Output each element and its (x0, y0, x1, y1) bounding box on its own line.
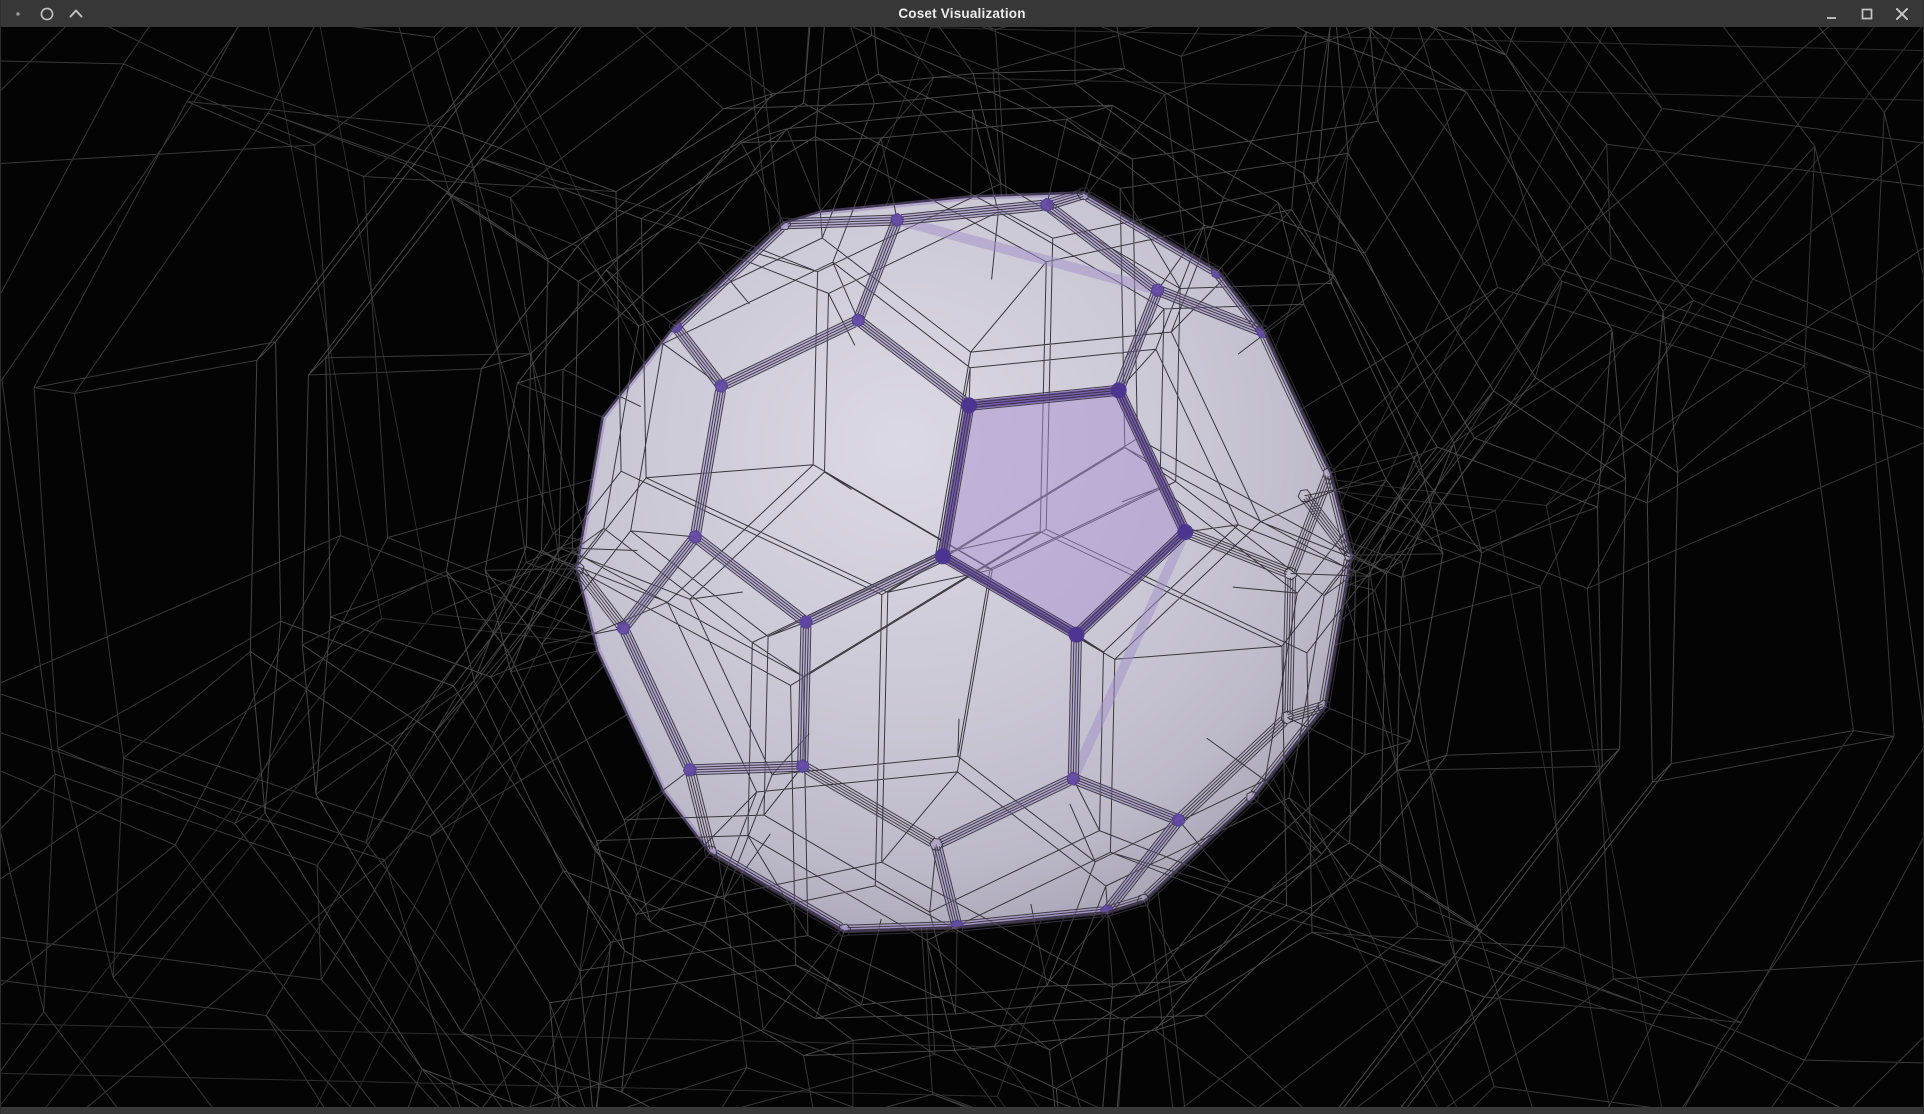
window-bottom-border (1, 1107, 1923, 1114)
titlebar[interactable]: Coset Visualization (1, 0, 1923, 27)
dot-icon[interactable] (9, 5, 27, 23)
coset-scene (1, 27, 1923, 1107)
minimize-button[interactable] (1821, 3, 1843, 25)
window-controls (1821, 3, 1923, 25)
chevron-up-icon[interactable] (67, 5, 85, 23)
titlebar-left-icons (1, 5, 85, 23)
circle-icon[interactable] (38, 5, 56, 23)
maximize-button[interactable] (1856, 3, 1878, 25)
window-title: Coset Visualization (1, 6, 1923, 21)
viewport-3d[interactable] (1, 27, 1923, 1107)
close-button[interactable] (1891, 3, 1913, 25)
app-window: Coset Visualization (0, 0, 1924, 1114)
